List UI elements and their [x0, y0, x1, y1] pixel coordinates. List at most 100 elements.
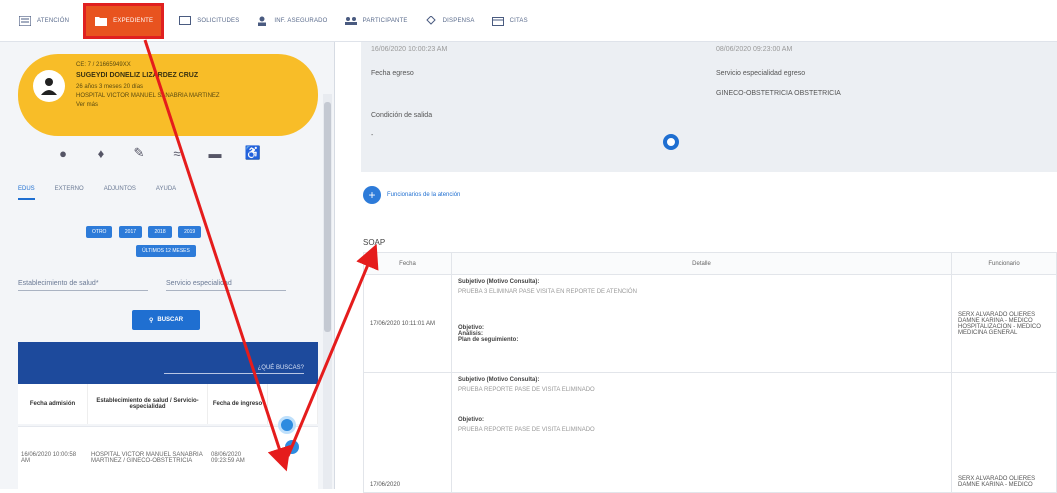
col-funcionario: Funcionario [951, 252, 1057, 275]
year-filter-chips: OTRO 2017 2018 2019 ÚLTIMOS 12 MESES [85, 220, 247, 258]
pill-icon[interactable]: ♦ [93, 145, 109, 161]
col-detalle: Detalle [451, 252, 952, 275]
search-button[interactable]: ⚲ BUSCAR [132, 310, 200, 330]
see-more-link[interactable]: Ver más [76, 102, 98, 108]
subjetivo-label: Subjetivo (Motivo Consulta): [458, 279, 540, 285]
subjetivo-label: Subjetivo (Motivo Consulta): [458, 377, 540, 383]
subjetivo-value: PRUEBA REPORTE PASE DE VISITA ELIMINADO [458, 387, 595, 393]
bed-icon[interactable]: ▬ [207, 145, 223, 161]
soap-funcionario: SERX ALVARADO OLIERES DAMNE KARINA - MED… [951, 274, 1057, 373]
loading-indicator [663, 134, 679, 150]
tab-expediente[interactable]: EXPEDIENTE [83, 2, 165, 39]
right-panel: 16/06/2020 10:00:23 AM 08/06/2020 09:23:… [345, 42, 1057, 493]
servicio-egreso-label: Servicio especialidad egreso [716, 70, 806, 77]
tab-label: SOLICITUDES [197, 17, 240, 24]
soap-fecha: 17/06/2020 [363, 372, 452, 493]
accessibility-icon[interactable]: ♿ [245, 145, 261, 161]
tab-label: ATENCIÓN [37, 17, 70, 24]
table-columns: Fecha admisión Establecimiento de salud … [18, 384, 318, 424]
tab-label: DISPENSA [442, 17, 475, 24]
tab-label: INF. ASEGURADO [274, 17, 328, 24]
chart-icon[interactable]: ≈ [169, 145, 185, 161]
patient-action-icons: ● ♦ ✎ ≈ ▬ ♿ [55, 145, 261, 161]
filters: Establecimiento de salud* Servicio espec… [18, 280, 286, 291]
last-months-chip[interactable]: ÚLTIMOS 12 MESES [136, 245, 196, 257]
condicion-value: - [371, 132, 374, 139]
record-subtabs: EDUS EXTERNO ADJUNTOS AYUDA [18, 186, 176, 200]
tab-participante[interactable]: PARTICIPANTE [336, 4, 416, 38]
person-icon [255, 15, 269, 27]
plus-icon: + [363, 186, 381, 204]
condicion-label: Condición de salida [371, 112, 433, 119]
plan-label: Plan de seguimiento: [458, 337, 519, 343]
patient-name: SUGEYDI DONELIZ LIZARDEZ CRUZ [76, 72, 199, 79]
view-record-button-2[interactable] [285, 440, 299, 454]
tab-label: PARTICIPANTE [362, 17, 408, 24]
cell-admission: 16/06/2020 10:00:58 AM [21, 452, 77, 464]
pencil-icon[interactable]: ✎ [131, 145, 147, 161]
servicio-egreso-value: GINECO-OBSTETRICIA OBSTETRICIA [716, 90, 841, 97]
table-row[interactable]: 17/06/2020 10:11:01 AM Subjetivo (Motivo… [363, 274, 1057, 373]
info-icon[interactable]: ● [55, 145, 71, 161]
top-nav: ATENCIÓN EXPEDIENTE SOLICITUDES INF. ASE… [0, 0, 1057, 42]
patient-hospital: HOSPITAL VICTOR MANUEL SANABRIA MARTINEZ [76, 93, 220, 99]
funcionarios-label: Funcionarios de la atención [387, 192, 461, 198]
year-chip[interactable]: 2018 [148, 226, 172, 238]
view-record-button[interactable] [278, 416, 296, 434]
calendar-icon [491, 15, 505, 27]
soap-title: SOAP [363, 238, 386, 247]
avatar [33, 70, 65, 102]
subtab-adjuntos[interactable]: ADJUNTOS [104, 186, 136, 200]
establishment-select[interactable]: Establecimiento de salud* [18, 280, 148, 291]
objetivo-label: Objetivo: [458, 417, 485, 423]
year-chip[interactable]: 2017 [118, 226, 143, 238]
soap-funcionario: SERX ALVARADO OLIERES DAMNE KARINA - MED… [951, 372, 1057, 493]
dispense-icon [424, 15, 438, 27]
attention-details: 16/06/2020 10:00:23 AM 08/06/2020 09:23:… [361, 42, 1057, 172]
soap-detalle: Subjetivo (Motivo Consulta): PRUEBA REPO… [451, 372, 952, 493]
col-fecha-admision[interactable]: Fecha admisión [18, 384, 88, 424]
fecha-egreso-label: Fecha egreso [371, 70, 414, 77]
subjetivo-value: PRUEBA 3 ELIMINAR PASE VISITA EN REPORTE… [458, 289, 637, 295]
table-row[interactable]: 16/06/2020 10:00:58 AM HOSPITAL VICTOR M… [18, 426, 318, 489]
table-search-input[interactable]: ¿QUÉ BUSCAS? [164, 365, 304, 374]
subtab-externo[interactable]: EXTERNO [55, 186, 84, 200]
service-select[interactable]: Servicio especialidad [166, 280, 286, 291]
date-left: 16/06/2020 10:00:23 AM [371, 46, 448, 53]
tab-label: CITAS [509, 17, 528, 24]
table-row[interactable]: 17/06/2020 Subjetivo (Motivo Consulta): … [363, 372, 1057, 493]
tab-inf-asegurado[interactable]: INF. ASEGURADO [247, 4, 335, 38]
tab-label: EXPEDIENTE [113, 17, 154, 24]
patient-id: CE: 7 / 21665949XX [76, 62, 131, 68]
monitor-icon [178, 15, 192, 27]
tab-dispensa[interactable]: DISPENSA [416, 4, 483, 38]
subtab-ayuda[interactable]: AYUDA [156, 186, 176, 200]
year-chip[interactable]: OTRO [86, 226, 113, 238]
left-scrollbar[interactable] [323, 94, 332, 489]
tab-solicitudes[interactable]: SOLICITUDES [170, 4, 247, 38]
date-right: 08/06/2020 09:23:00 AM [716, 46, 793, 53]
soap-table: Fecha Detalle Funcionario 17/06/2020 10:… [363, 252, 1057, 493]
table-header-bar: ¿QUÉ BUSCAS? [18, 342, 318, 384]
group-icon [344, 15, 358, 27]
funcionarios-button[interactable]: + Funcionarios de la atención [363, 186, 460, 204]
person-icon [41, 78, 57, 95]
objetivo-value: PRUEBA REPORTE PASE DE VISITA ELIMINADO [458, 427, 595, 433]
cell-ingress: 08/06/2020 09:23:59 AM [211, 452, 245, 464]
search-button-label: BUSCAR [157, 317, 184, 323]
patient-card: CE: 7 / 21665949XX SUGEYDI DONELIZ LIZAR… [18, 54, 318, 136]
patient-age: 26 años 3 meses 20 días [76, 84, 144, 90]
col-fecha: Fecha [363, 252, 452, 275]
list-icon [18, 15, 32, 27]
col-fecha-ingreso[interactable]: Fecha de ingreso [208, 384, 268, 424]
year-chip[interactable]: 2019 [178, 226, 202, 238]
subtab-edus[interactable]: EDUS [18, 186, 35, 200]
cell-establishment: HOSPITAL VICTOR MANUEL SANABRIA MARTINEZ… [91, 452, 203, 464]
tab-atencion[interactable]: ATENCIÓN [10, 4, 77, 38]
soap-fecha: 17/06/2020 10:11:01 AM [363, 274, 452, 373]
search-icon: ⚲ [148, 317, 154, 324]
folder-icon [94, 15, 108, 27]
soap-detalle: Subjetivo (Motivo Consulta): PRUEBA 3 EL… [451, 274, 952, 373]
col-establecimiento[interactable]: Establecimiento de salud / Servicio-espe… [88, 384, 208, 424]
tab-citas[interactable]: CITAS [483, 4, 536, 38]
